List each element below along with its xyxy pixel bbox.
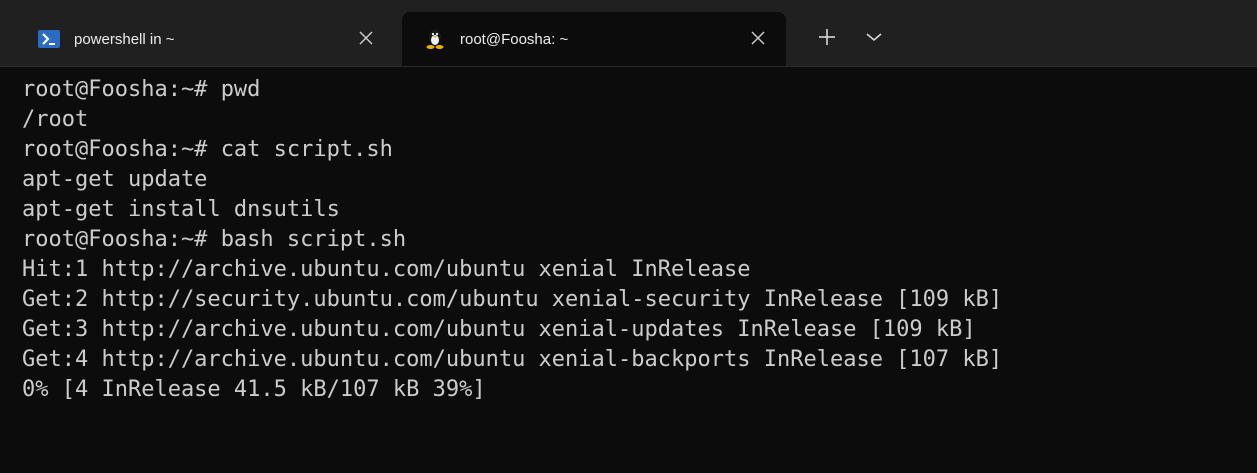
output-text: 0% [4 InRelease 41.5 kB/107 kB 39%]: [22, 377, 486, 402]
tab-title: powershell in ~: [74, 30, 175, 48]
terminal-line: root@Foosha:~# bash script.sh: [22, 225, 1257, 255]
output-text: Get:3 http://archive.ubuntu.com/ubuntu x…: [22, 317, 976, 342]
terminal-line: Get:3 http://archive.ubuntu.com/ubuntu x…: [22, 315, 1257, 345]
output-text: Get:2 http://security.ubuntu.com/ubuntu …: [22, 287, 1003, 312]
shell-prompt: root@Foosha:~#: [22, 77, 221, 102]
linux-tux-icon: [424, 28, 446, 50]
command-text: pwd: [220, 77, 261, 102]
terminal-line: root@Foosha:~# pwd: [22, 75, 1257, 105]
output-text: apt-get install dnsutils: [22, 197, 340, 222]
terminal-line: Hit:1 http://archive.ubuntu.com/ubuntu x…: [22, 255, 1257, 285]
chevron-down-icon: [866, 33, 882, 42]
tab-root-foosha[interactable]: root@Foosha: ~: [402, 12, 786, 66]
terminal-output[interactable]: root@Foosha:~# pwd /root root@Foosha:~# …: [0, 67, 1257, 473]
output-text: Hit:1 http://archive.ubuntu.com/ubuntu x…: [22, 257, 751, 282]
plus-icon: [819, 29, 835, 45]
terminal-line: apt-get update: [22, 165, 1257, 195]
new-tab-button[interactable]: [814, 24, 840, 50]
close-icon[interactable]: [748, 28, 768, 48]
terminal-line: root@Foosha:~# cat script.sh: [22, 135, 1257, 165]
tab-powershell[interactable]: powershell in ~: [24, 12, 394, 66]
terminal-line: Get:4 http://archive.ubuntu.com/ubuntu x…: [22, 345, 1257, 375]
terminal-line: Get:2 http://security.ubuntu.com/ubuntu …: [22, 285, 1257, 315]
output-text: Get:4 http://archive.ubuntu.com/ubuntu x…: [22, 347, 1003, 372]
command-text: cat script.sh: [220, 137, 393, 162]
terminal-window: powershell in ~ root@Foosha: ~ root@Foos…: [0, 0, 1257, 473]
output-text: apt-get update: [22, 167, 208, 192]
terminal-line: /root: [22, 105, 1257, 135]
output-text: /root: [22, 107, 89, 132]
shell-prompt: root@Foosha:~#: [22, 137, 221, 162]
terminal-line: 0% [4 InRelease 41.5 kB/107 kB 39%]: [22, 375, 1257, 405]
shell-prompt: root@Foosha:~#: [22, 227, 221, 252]
terminal-line: apt-get install dnsutils: [22, 195, 1257, 225]
powershell-icon: [38, 28, 60, 50]
tab-bar: powershell in ~ root@Foosha: ~: [0, 0, 1257, 67]
new-tab-dropdown-button[interactable]: [862, 26, 886, 48]
command-text: bash script.sh: [220, 227, 407, 252]
tab-title: root@Foosha: ~: [460, 30, 569, 48]
close-icon[interactable]: [356, 28, 376, 48]
